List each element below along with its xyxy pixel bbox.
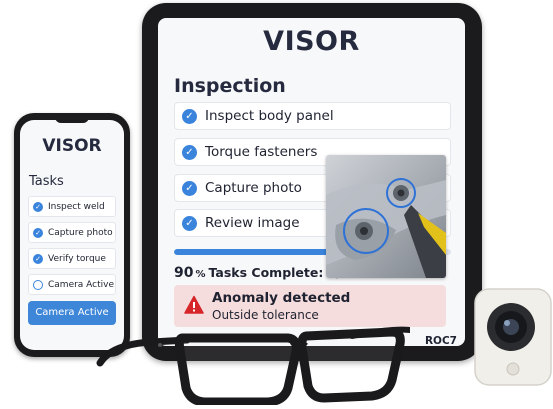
camera-icon [474,288,552,386]
task-label: Review image [205,215,300,231]
task-label: Inspect body panel [205,108,334,124]
task-item-capture-photo[interactable]: ✓ Capture photo [28,222,116,243]
smart-glasses [92,318,413,407]
warning-triangle-icon [184,295,204,314]
task-label: Capture photo [48,227,113,238]
task-label: Inspect weld [48,201,105,212]
task-label: Capture photo [205,180,302,196]
task-item-inspect-body-panel[interactable]: ✓ Inspect body panel [174,102,451,130]
task-label: Verify torque [48,253,106,264]
camera-device [473,287,553,387]
section-heading: Inspection [174,75,286,97]
task-item-inspect-weld[interactable]: ✓ Inspect weld [28,196,116,217]
alert-title: Anomaly detected [212,290,351,306]
app-title: VISOR [263,26,360,57]
check-circle-icon: ✓ [182,180,197,196]
percent-symbol: % [195,269,206,280]
check-circle-icon: ✓ [33,253,43,264]
inspection-photo[interactable] [326,155,446,278]
phone-screen: VISOR Tasks ✓ Inspect weld ✓ Capture pho… [20,120,124,350]
section-heading: Tasks [29,174,64,189]
glasses-icon [96,326,413,407]
task-label: Torque fasteners [205,144,318,160]
empty-circle-icon: ✓ [33,279,43,290]
check-circle-icon: ✓ [33,201,43,212]
progress-percent: 90 [174,265,194,281]
task-item-verify-torque[interactable]: ✓ Verify torque [28,248,116,269]
check-circle-icon: ✓ [182,144,197,160]
check-circle-icon: ✓ [182,108,197,124]
check-circle-icon: ✓ [33,227,43,238]
car-panel-image [326,155,446,278]
task-item-camera-active[interactable]: ✓ Camera Active [28,274,116,295]
footer-code: ROC7 [424,335,457,346]
phone-notch [55,116,89,123]
check-circle-icon: ✓ [182,215,197,231]
app-title: VISOR [42,136,102,156]
task-label: Camera Active [48,279,115,290]
